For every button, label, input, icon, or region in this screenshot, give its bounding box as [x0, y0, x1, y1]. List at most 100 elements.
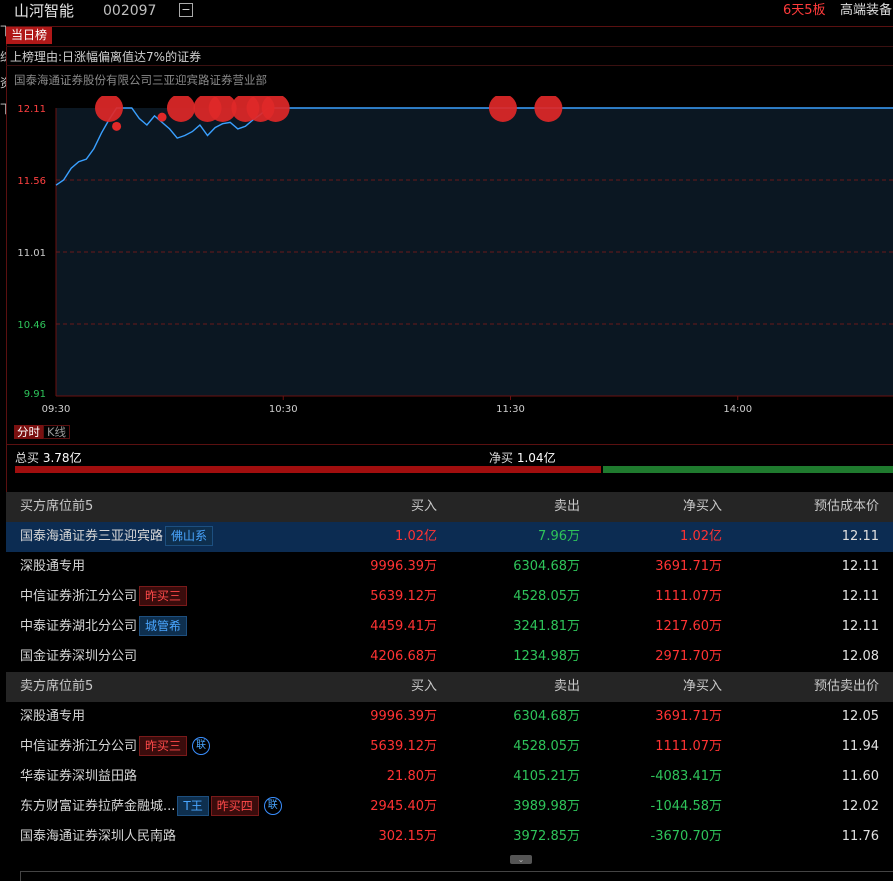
seat-name-cell[interactable]: 国泰海通证券三亚迎宾路 佛山系	[20, 522, 214, 552]
y-tick-label: 9.91	[24, 389, 46, 400]
intraday-chart[interactable]: 12.11 11.56 11.01 10.46 9.91 09:30 10:30 11:30 1…	[0, 96, 893, 420]
chart-plot-area	[56, 108, 893, 396]
collapse-icon[interactable]: −	[179, 3, 193, 17]
header-net[interactable]: 净买入	[683, 672, 722, 702]
top-bar: 山河智能 002097 − 6天5板 高端装备	[0, 0, 893, 22]
price-value: 12.11	[841, 589, 879, 604]
net-amount: 3691.71万	[655, 559, 722, 574]
divider	[6, 444, 893, 445]
net-buy-value: 1.04亿	[516, 451, 556, 465]
sell-amount: 3972.85万	[513, 829, 580, 844]
table-row[interactable]: 华泰证券深圳益田路 21.80万 4105.21万 -4083.41万 11.60	[6, 762, 893, 792]
trade-marker	[112, 121, 122, 131]
chart-tabs: 分时 K线	[14, 425, 71, 439]
sell-amount: 6304.68万	[513, 709, 580, 724]
net-amount: 1111.07万	[655, 739, 722, 754]
price-value: 12.02	[841, 799, 879, 814]
streak-badge: 6天5板	[783, 3, 826, 18]
table-row[interactable]: 国金证券深圳分公司 4206.68万 1234.98万 2971.70万 12.08	[6, 642, 893, 672]
total-buy: 总买 3.78亿	[15, 449, 82, 466]
net-amount: 3691.71万	[655, 709, 722, 724]
header-net[interactable]: 净买入	[683, 492, 722, 522]
seat-name-cell[interactable]: 中泰证券湖北分公司 城管希	[20, 612, 188, 642]
x-tick-label: 14:00	[723, 404, 752, 415]
total-buy-value: 3.78亿	[42, 451, 82, 465]
net-buy: 净买 1.04亿	[489, 449, 556, 466]
buy-amount: 2945.40万	[370, 799, 437, 814]
tab-today-list[interactable]: 当日榜	[6, 27, 53, 44]
seat-tag[interactable]: 昨买三	[139, 735, 188, 756]
seat-name-cell[interactable]: 华泰证券深圳益田路	[20, 762, 137, 792]
sell-amount: 7.96万	[538, 529, 580, 544]
sell-amount: 4528.05万	[513, 589, 580, 604]
x-tick-label: 10:30	[269, 404, 298, 415]
link-icon[interactable]: 联	[263, 796, 282, 815]
table-row[interactable]: 东方财富证券拉萨金融城... T王 昨买四联 2945.40万 3989.98万 -104…	[6, 792, 893, 822]
sell-amount: 4105.21万	[513, 769, 580, 784]
price-value: 11.60	[841, 769, 879, 784]
seat-tag[interactable]: 城管希	[139, 615, 188, 636]
seat-name: 中信证券浙江分公司	[20, 589, 138, 604]
seat-table: 买方席位前5 买入 卖出 净买入 预估成本价 国泰海通证券三亚迎宾路 佛山系 1.0…	[6, 492, 893, 852]
y-tick-label: 12.11	[17, 104, 46, 115]
sell-amount: 1234.98万	[513, 649, 580, 664]
header-sell[interactable]: 卖出	[554, 672, 580, 702]
buy-amount: 1.02亿	[395, 529, 437, 544]
listing-reason: 上榜理由:日涨幅偏离值达7%的证券	[10, 50, 202, 64]
seat-tag[interactable]: 昨买三	[139, 585, 188, 606]
seat-name-cell[interactable]: 中信证券浙江分公司 昨买三	[20, 582, 188, 612]
sector-label[interactable]: 高端装备	[840, 0, 892, 22]
seat-name: 国泰海通证券深圳人民南路	[20, 829, 177, 844]
tab-intraday[interactable]: 分时	[14, 425, 43, 439]
header-sell[interactable]: 卖出	[554, 492, 580, 522]
price-value: 11.76	[841, 829, 879, 844]
buy-amount: 302.15万	[378, 829, 438, 844]
table-row[interactable]: 深股通专用 9996.39万 6304.68万 3691.71万 12.11	[6, 552, 893, 582]
seat-name-cell[interactable]: 东方财富证券拉萨金融城... T王 昨买四联	[20, 792, 282, 822]
table-row[interactable]: 国泰海通证券三亚迎宾路 佛山系 1.02亿 7.96万 1.02亿 12.11	[6, 522, 893, 552]
table-row[interactable]: 中信证券浙江分公司 昨买三联 5639.12万 4528.05万 1111.07万 11.…	[6, 732, 893, 762]
price-value: 12.08	[841, 649, 879, 664]
table-row[interactable]: 中泰证券湖北分公司 城管希 4459.41万 3241.81万 1217.60万 12.1…	[6, 612, 893, 642]
seat-tag[interactable]: 昨买四	[210, 795, 259, 816]
net-amount: 2971.70万	[655, 649, 722, 664]
buy-table-header: 买方席位前5 买入 卖出 净买入 预估成本价	[6, 492, 893, 522]
net-buy-label: 净买	[489, 451, 514, 465]
tab-kline[interactable]: K线	[43, 425, 71, 439]
header-seat: 买方席位前5	[20, 499, 94, 514]
seat-name: 华泰证券深圳益田路	[20, 769, 138, 784]
header-sell-price[interactable]: 预估卖出价	[814, 672, 879, 702]
seat-name-cell[interactable]: 深股通专用	[20, 702, 85, 732]
link-icon[interactable]: 联	[192, 736, 211, 755]
seat-name: 国金证券深圳分公司	[20, 649, 138, 664]
seat-name-cell[interactable]: 中信证券浙江分公司 昨买三联	[20, 732, 211, 762]
buy-amount: 5639.12万	[370, 589, 437, 604]
sell-amount: 3241.81万	[513, 619, 580, 634]
seat-name: 中泰证券湖北分公司	[20, 619, 138, 634]
header-cost[interactable]: 预估成本价	[814, 492, 879, 522]
header-buy[interactable]: 买入	[411, 492, 437, 522]
buy-ratio-bar	[15, 466, 601, 473]
seat-name-cell[interactable]: 国泰海通证券深圳人民南路	[20, 822, 176, 852]
seat-name-cell[interactable]: 国金证券深圳分公司	[20, 642, 137, 672]
sell-table-header: 卖方席位前5 买入 卖出 净买入 预估卖出价	[6, 672, 893, 702]
table-row[interactable]: 深股通专用 9996.39万 6304.68万 3691.71万 12.05	[6, 702, 893, 732]
seat-tag[interactable]: T王	[177, 795, 209, 816]
table-row[interactable]: 中信证券浙江分公司 昨买三 5639.12万 4528.05万 1111.07万 12.1…	[6, 582, 893, 612]
sell-ratio-bar	[603, 466, 893, 473]
x-tick-label: 11:30	[496, 404, 525, 415]
price-value: 12.05	[841, 709, 879, 724]
header-buy[interactable]: 买入	[411, 672, 437, 702]
seat-tag[interactable]: 佛山系	[165, 525, 214, 546]
price-value: 12.11	[841, 529, 879, 544]
table-row[interactable]: 国泰海通证券深圳人民南路 302.15万 3972.85万 -3670.70万 11.7…	[6, 822, 893, 852]
seat-name: 东方财富证券拉萨金融城...	[20, 799, 176, 814]
seat-name-cell[interactable]: 深股通专用	[20, 552, 85, 582]
buy-amount: 5639.12万	[370, 739, 437, 754]
buy-amount: 9996.39万	[370, 709, 437, 724]
net-amount: 1.02亿	[680, 529, 722, 544]
buy-amount: 4459.41万	[370, 619, 437, 634]
seat-name: 深股通专用	[20, 559, 86, 574]
scroll-down-icon[interactable]: ⌄	[510, 855, 532, 864]
sell-amount: 4528.05万	[513, 739, 580, 754]
